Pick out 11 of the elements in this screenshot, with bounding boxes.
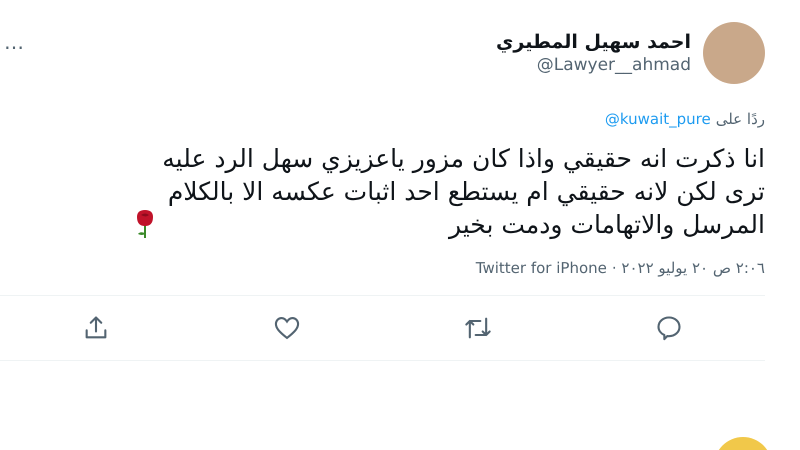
author-name[interactable]: احمد سهيل المطيري [37, 31, 691, 53]
source-link[interactable]: Twitter for iPhone [476, 259, 607, 277]
more-button[interactable]: … [4, 30, 25, 54]
speech-bubble-icon [655, 314, 684, 342]
reply-label: ردًا على [716, 110, 765, 128]
tweet-text: انا ذكرت انه حقيقي واذا كان مزور ياعزيزي سهل الرد عليه ترى لكن لانه حقيقي ام يستطع احد اثبات عكسه الا بالكلام المرسل والاتهامات ودمت بخير [162, 143, 765, 241]
tweet-timestamp[interactable]: ٢:٠٦ ص ٢٠ يوليو ٢٠٢٢ · [612, 259, 765, 277]
author-handle[interactable]: @Lawyer__ahmad [37, 55, 691, 75]
like-button[interactable] [272, 314, 301, 342]
heart-icon [272, 314, 301, 342]
reply-button[interactable] [655, 314, 684, 342]
